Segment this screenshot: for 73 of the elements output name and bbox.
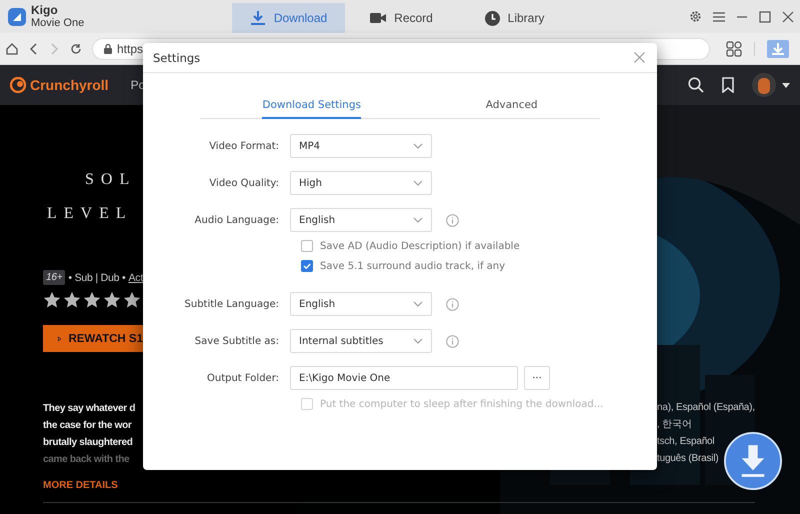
show-title-art: SOL	[85, 170, 136, 190]
chevron-down-icon	[413, 217, 423, 223]
star-icon	[83, 291, 101, 309]
checkbox-label: Put the computer to sleep after finishing the download...	[320, 398, 604, 410]
field-label: Output Folder:	[206, 372, 280, 384]
home-icon[interactable]	[6, 42, 18, 54]
video-camera-icon	[370, 12, 386, 24]
star-rating[interactable]	[43, 291, 141, 309]
search-icon[interactable]	[688, 77, 704, 93]
brand-logo[interactable]: Crunchyroll	[10, 77, 109, 93]
download-icon	[250, 10, 266, 26]
checkbox-label: Save 5.1 surround audio track, if any	[320, 260, 506, 272]
language-list-text: , 한국어	[657, 418, 692, 432]
browse-button[interactable]: ···	[524, 366, 550, 390]
field-label: Video Format:	[208, 140, 280, 152]
audio-info: • Sub | Dub •	[68, 272, 126, 284]
lock-icon	[103, 43, 113, 54]
close-icon[interactable]	[782, 10, 794, 22]
description-text: They say whatever d	[43, 402, 136, 416]
description-text: came back with the	[43, 453, 130, 467]
chevron-down-icon	[413, 301, 423, 307]
dropdown[interactable]: English	[290, 292, 432, 316]
bookmark-icon[interactable]	[722, 77, 734, 93]
chevron-down-icon	[413, 338, 423, 344]
age-rating-badge: 16+	[43, 270, 66, 285]
chevron-down-icon	[413, 180, 423, 186]
settings-tab[interactable]: Download Settings	[262, 99, 361, 119]
avatar-icon[interactable]	[752, 73, 776, 97]
chevron-down-icon	[413, 143, 423, 149]
more-details-link[interactable]: MORE DETAILS	[43, 480, 118, 491]
field-label: Video Quality:	[208, 178, 280, 188]
genre-link[interactable]: Act	[128, 272, 144, 284]
reload-icon[interactable]	[70, 42, 82, 54]
maximize-icon[interactable]	[759, 10, 771, 22]
field-label: Subtitle Language:	[184, 298, 280, 310]
checkbox-label: Save AD (Audio Description) if available	[320, 240, 520, 252]
description-text: brutally slaughtered	[43, 436, 133, 450]
app-subtitle: Movie One	[31, 16, 84, 30]
language-list-text: tuguês (Brasil)	[657, 452, 718, 466]
show-title-art: LEVEL	[47, 204, 133, 224]
star-icon	[123, 291, 141, 309]
field-label: Audio Language:	[194, 214, 280, 226]
app-logo-icon	[8, 8, 26, 26]
clock-icon	[484, 10, 500, 26]
back-icon[interactable]	[30, 42, 38, 54]
field-label: Save Subtitle as:	[194, 336, 280, 346]
folder-path-field[interactable]: E:\Kigo Movie One	[290, 366, 518, 390]
close-icon[interactable]	[634, 52, 645, 63]
description-text: the case for the wor	[43, 419, 132, 433]
star-icon	[43, 291, 61, 309]
apps-grid-icon[interactable]	[726, 40, 742, 56]
dropdown[interactable]: Internal subtitles	[290, 329, 432, 353]
settings-icon[interactable]	[689, 10, 702, 23]
app-name: Kigo	[31, 4, 59, 16]
download-fab-icon[interactable]	[724, 432, 782, 490]
checkbox[interactable]	[301, 240, 313, 252]
rewatch-button[interactable]: REWATCH S1	[43, 325, 143, 352]
dialog-title: Settings	[153, 50, 200, 64]
dropdown[interactable]: High	[290, 171, 432, 195]
language-list-text: tsch, Español	[657, 435, 714, 449]
dropdown[interactable]: MP4	[290, 134, 432, 158]
url-text: https	[117, 42, 144, 56]
nav-tab[interactable]: Library	[458, 3, 571, 33]
star-icon	[103, 291, 121, 309]
swirl-icon	[10, 77, 26, 93]
nav-tab[interactable]: Record	[345, 3, 458, 33]
language-list-text: na), Español (España),	[657, 401, 755, 415]
menu-icon[interactable]	[713, 12, 725, 22]
dropdown[interactable]: English	[290, 208, 432, 232]
checkbox[interactable]	[301, 260, 313, 272]
settings-tab[interactable]: Advanced	[486, 99, 538, 119]
star-icon	[63, 291, 81, 309]
caret-icon[interactable]	[782, 82, 790, 88]
